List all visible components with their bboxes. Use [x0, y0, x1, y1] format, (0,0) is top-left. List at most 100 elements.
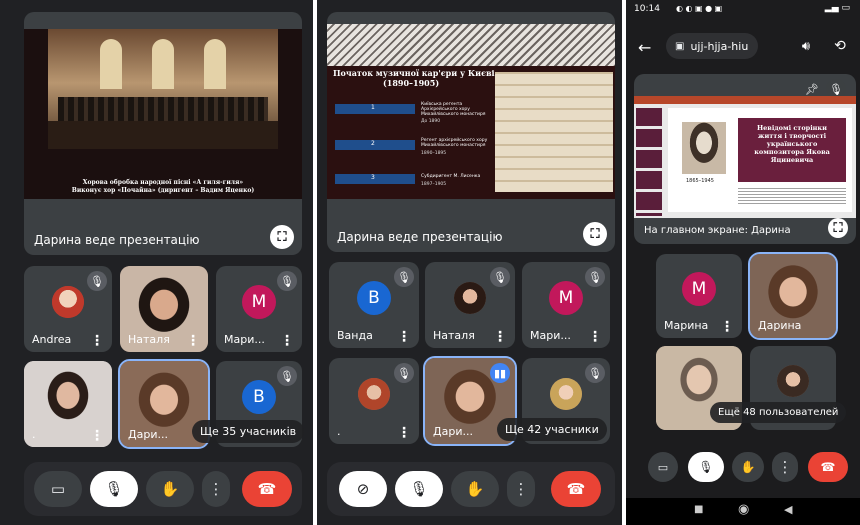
- timeline-text: Регент архієрейського хору Михайлівськог…: [421, 138, 488, 148]
- slide-caption-1: Хорова обробка народної пісні «А гиля-ги…: [82, 179, 244, 186]
- more-options-icon[interactable]: ⋮: [397, 426, 411, 440]
- more-options-icon[interactable]: ⋮: [588, 330, 602, 344]
- portrait-photo: [682, 122, 726, 174]
- back-nav-icon[interactable]: ◀: [784, 503, 792, 516]
- more-options-icon[interactable]: ⋮: [493, 330, 507, 344]
- speaking-icon: ▮▮: [490, 363, 510, 383]
- participant-tile[interactable]: 🎙︎ M Мари... ⋮: [522, 262, 610, 348]
- mic-off-icon[interactable]: 🎙︎: [688, 452, 724, 482]
- participant-name: Andrea: [32, 333, 72, 346]
- presentation-panel[interactable]: 🎙︎ 📌︎ 1865–1945 Невідомі сторінки життя …: [634, 74, 856, 244]
- more-options-icon[interactable]: ⋮: [397, 330, 411, 344]
- participant-name: Дари...: [128, 428, 168, 441]
- android-nav-bar: ■ ◉ ◀: [626, 498, 860, 525]
- meeting-code-chip[interactable]: ▣ ujj-hjja-hiu: [666, 33, 758, 59]
- battery-icon: ▂▄ ▭: [824, 3, 850, 13]
- more-participants-label[interactable]: Ещё 48 пользователей: [710, 402, 847, 423]
- notification-icons: ◐ ◐ ▣ ● ▣: [676, 4, 723, 13]
- presentation-panel[interactable]: Початок музичної кар'єри у Києві (1890–1…: [327, 12, 615, 252]
- more-options-icon[interactable]: ⋮: [202, 471, 230, 507]
- slide-title: Невідомі сторінки життя і творчості укра…: [754, 124, 830, 164]
- back-arrow-icon[interactable]: ←: [638, 38, 651, 57]
- fullscreen-icon[interactable]: ⛶: [828, 218, 848, 238]
- participant-name: Марина: [664, 319, 709, 332]
- meet-screen-1: Хорова обробка народної пісні «А гиля-ги…: [0, 0, 313, 525]
- home-icon[interactable]: ◉: [738, 502, 749, 517]
- meet-screen-2: Початок музичної кар'єри у Києві (1890–1…: [317, 0, 622, 525]
- timeline-year: До 1890: [421, 119, 441, 124]
- participant-name: Мари...: [530, 329, 571, 342]
- raise-hand-icon[interactable]: ✋: [451, 471, 499, 507]
- mic-off-icon: 🎙︎: [394, 363, 414, 383]
- avatar: M: [549, 281, 583, 316]
- participant-tile[interactable]: 🎙︎ B Ванда ⋮: [329, 262, 419, 348]
- camera-icon[interactable]: ▭: [648, 452, 678, 482]
- timeline-text: Київська регента Архієрейського хору Мих…: [421, 102, 486, 117]
- more-options-icon[interactable]: ⋮: [772, 452, 798, 482]
- manuscript-image: [495, 72, 613, 192]
- participant-tile[interactable]: 🎙︎ Наталя ⋮: [425, 262, 515, 348]
- more-options-icon[interactable]: ⋮: [720, 320, 734, 334]
- more-options-icon[interactable]: ⋮: [186, 334, 200, 348]
- more-participants-label[interactable]: Ще 42 учасники: [497, 418, 607, 441]
- participant-tile[interactable]: 🎙︎ . ⋮: [329, 358, 419, 444]
- slide-title-1: Початок музичної кар'єри у Києві: [333, 68, 495, 78]
- camera-off-icon[interactable]: ⊘: [339, 471, 387, 507]
- participant-tile[interactable]: 🎙︎ M Мари... ⋮: [216, 266, 302, 352]
- fullscreen-icon[interactable]: ⛶: [583, 222, 607, 246]
- concert-hall-photo: [48, 29, 278, 149]
- avatar: [550, 378, 582, 411]
- more-options-icon[interactable]: ⋮: [90, 334, 104, 348]
- more-options-icon[interactable]: ⋮: [90, 429, 104, 443]
- mic-off-icon[interactable]: 🎙︎: [395, 471, 443, 507]
- slide: Хорова обробка народної пісні «А гиля-ги…: [24, 29, 302, 199]
- slide-canvas: 1865–1945 Невідомі сторінки життя і твор…: [668, 108, 852, 212]
- header-engraving: [327, 24, 615, 66]
- avatar: M: [242, 285, 276, 320]
- meet-screen-3: 10:14 ◐ ◐ ▣ ● ▣ ▂▄ ▭ ← ▣ ujj-hjja-hiu 🔊︎…: [626, 0, 860, 525]
- avatar: [777, 365, 809, 398]
- slide-years: 1865–1945: [686, 178, 714, 184]
- timeline-num: 2: [371, 140, 375, 147]
- raise-hand-icon[interactable]: ✋: [732, 452, 764, 482]
- ppt-ribbon: [634, 96, 856, 104]
- timeline-num: 3: [371, 174, 375, 181]
- speaker-icon[interactable]: 🔊︎: [792, 33, 820, 59]
- presentation-panel[interactable]: Хорова обробка народної пісні «А гиля-ги…: [24, 12, 302, 255]
- participant-tile[interactable]: 🎙︎ Andrea ⋮: [24, 266, 112, 352]
- avatar: M: [682, 272, 716, 307]
- participant-tile[interactable]: Наталя ⋮: [120, 266, 208, 352]
- mic-off-icon: 🎙︎: [87, 271, 107, 291]
- slide-thumbnails: [636, 108, 662, 216]
- more-options-icon[interactable]: ⋮: [280, 334, 294, 348]
- fullscreen-icon[interactable]: ⛶: [270, 225, 294, 249]
- end-call-icon[interactable]: ☎: [808, 452, 848, 482]
- end-call-icon[interactable]: ☎: [551, 471, 601, 507]
- switch-camera-icon[interactable]: ⟲: [826, 33, 854, 59]
- camera-icon[interactable]: ▭: [34, 471, 82, 507]
- participant-tile[interactable]: Дарина: [748, 252, 838, 340]
- avatar: B: [242, 380, 276, 415]
- more-options-icon[interactable]: ⋮: [507, 471, 535, 507]
- raise-hand-icon[interactable]: ✋: [146, 471, 194, 507]
- participant-name: Мари...: [224, 333, 265, 346]
- recents-icon[interactable]: ■: [694, 504, 703, 515]
- main-screen-label: На главном экране: Дарина: [644, 225, 791, 236]
- avatar: [454, 282, 486, 315]
- mic-off-icon: 🎙︎: [585, 267, 605, 287]
- mic-off-icon[interactable]: 🎙︎: [90, 471, 138, 507]
- more-participants-label[interactable]: Ще 35 учасників: [192, 420, 305, 443]
- slide-body-text: [738, 188, 846, 206]
- participant-tile[interactable]: 🎙︎ . ⋮: [24, 361, 112, 447]
- presenting-label: Дарина веде презентацію: [34, 233, 200, 247]
- mic-off-icon: 🎙︎: [585, 363, 605, 383]
- participant-tile[interactable]: M Марина ⋮: [656, 254, 742, 338]
- mic-off-icon: 🎙︎: [277, 271, 297, 291]
- avatar: B: [357, 281, 391, 316]
- mic-off-icon: 🎙︎: [490, 267, 510, 287]
- slide-title-2: (1890–1905): [383, 78, 440, 88]
- end-call-icon[interactable]: ☎: [242, 471, 292, 507]
- mic-off-icon: 🎙︎: [394, 267, 414, 287]
- participant-name: Дари...: [433, 425, 473, 438]
- timeline-year: 1890–1895: [421, 151, 447, 156]
